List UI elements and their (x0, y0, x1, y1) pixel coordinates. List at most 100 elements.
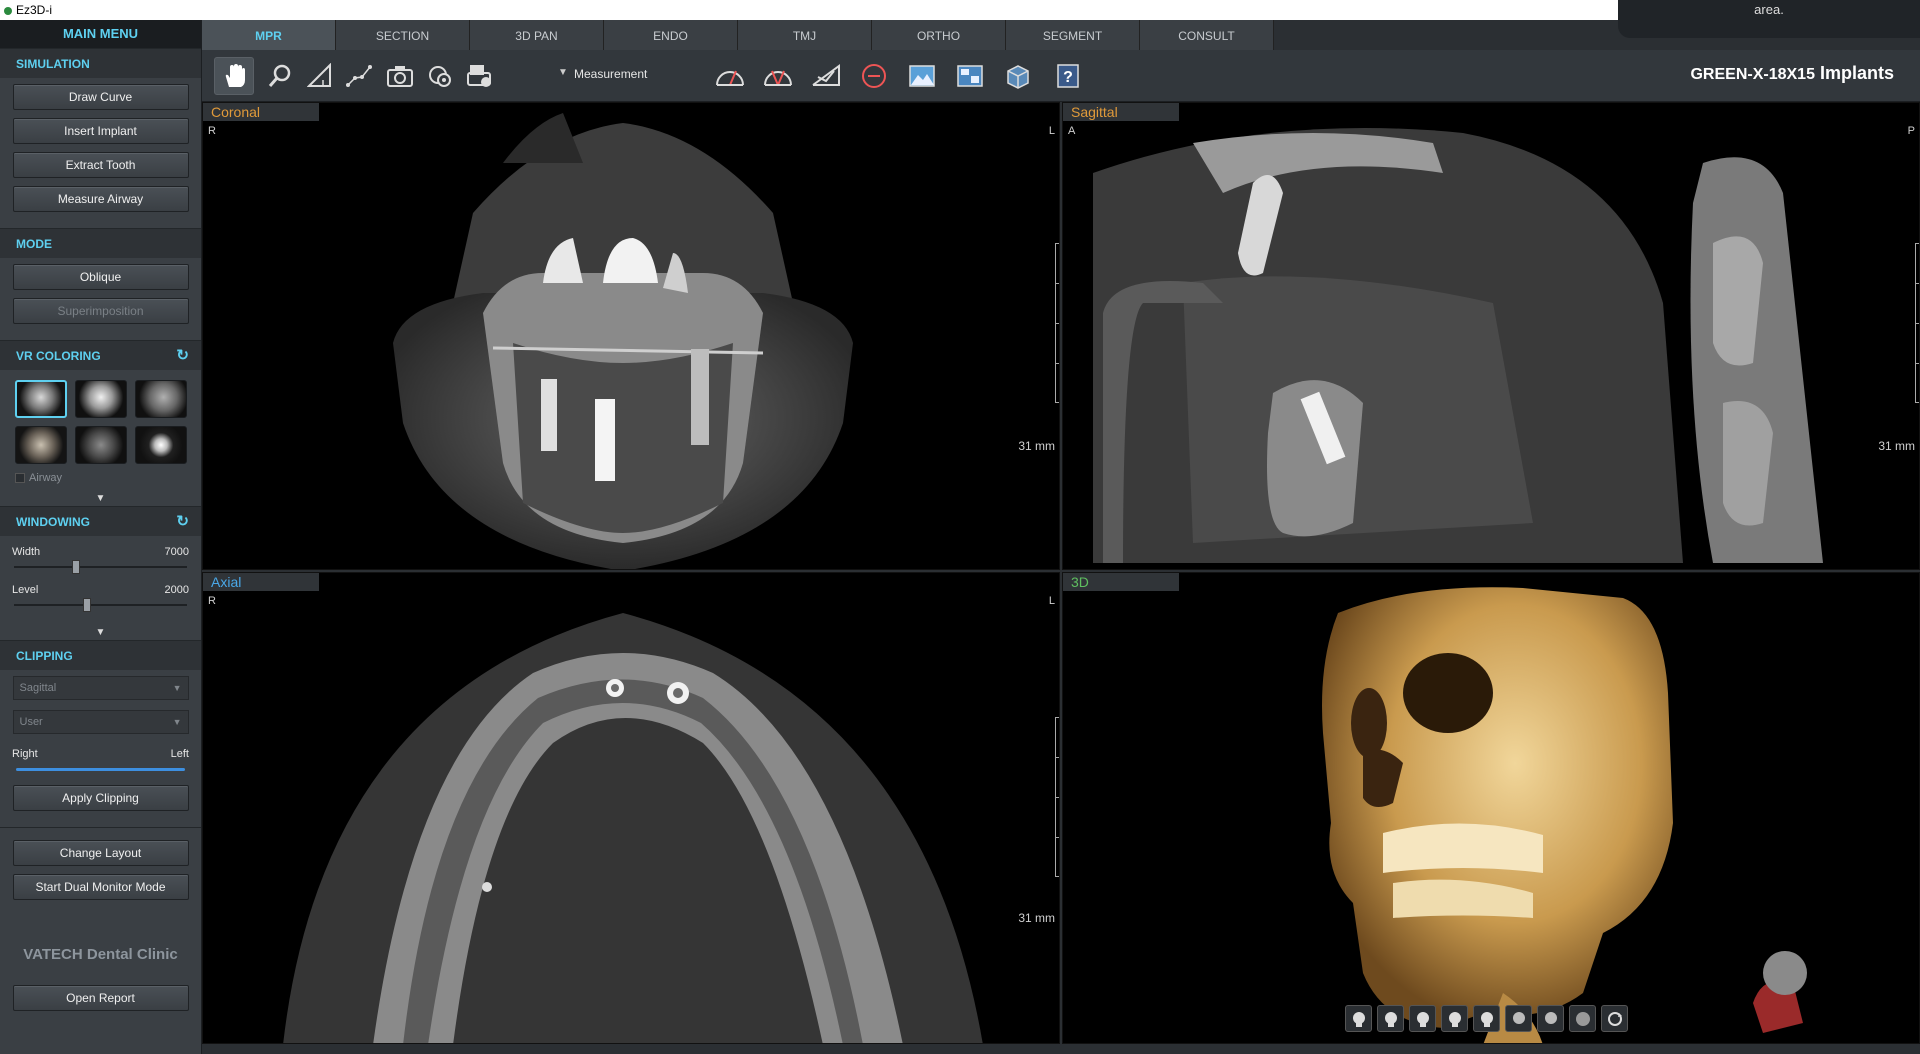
product-title: GREEN-X-18X15 Implants (1690, 63, 1894, 84)
axial-viewport[interactable]: Axial R L 31 mm (202, 572, 1060, 1044)
vr-preset-thumbnail[interactable] (135, 380, 187, 418)
apply-clipping-button[interactable]: Apply Clipping (12, 785, 189, 811)
airway-checkbox[interactable] (15, 473, 25, 484)
clipping-range-slider[interactable] (16, 768, 185, 771)
refresh-icon[interactable]: ↻ (176, 507, 189, 537)
vr-preset-thumbnail[interactable] (135, 426, 187, 464)
zoom-icon[interactable] (260, 57, 300, 95)
section-title: WINDOWING (16, 515, 90, 529)
notification-popup: area. (1618, 0, 1920, 38)
expand-chevron-icon[interactable]: ▼ (0, 492, 201, 506)
tab-consult[interactable]: CONSULT (1140, 20, 1274, 50)
scale-ruler (1915, 243, 1919, 403)
level-value: 2000 (164, 584, 189, 596)
tab-ortho[interactable]: ORTHO (872, 20, 1006, 50)
head-right-icon[interactable] (1377, 1005, 1404, 1032)
section-title: CLIPPING (16, 649, 73, 663)
volume-icon[interactable] (998, 57, 1038, 95)
tab-section[interactable]: SECTION (336, 20, 470, 50)
clip-left-label: Left (170, 748, 189, 760)
head-back-icon[interactable] (1441, 1005, 1468, 1032)
change-layout-button[interactable]: Change Layout (12, 840, 189, 866)
svg-text:?: ? (1063, 69, 1073, 86)
orientation-left: R (208, 595, 216, 607)
clipping-mode-value: User (19, 716, 43, 728)
coronal-view-label: Coronal (203, 103, 319, 121)
refresh-icon[interactable]: ↻ (176, 341, 189, 371)
module-tabs: MPR SECTION 3D PAN ENDO TMJ ORTHO SEGMEN… (202, 20, 1274, 50)
clip-right-label: Right (12, 748, 38, 760)
sagittal-viewport[interactable]: Sagittal A P 31 mm (1062, 102, 1920, 570)
head-bottom-icon[interactable] (1505, 1005, 1532, 1032)
angle-icon[interactable] (300, 57, 340, 95)
capture-icon[interactable] (420, 57, 460, 95)
image-adjust-icon[interactable] (902, 57, 942, 95)
head-left-icon[interactable] (1409, 1005, 1436, 1032)
head-front-icon[interactable] (1345, 1005, 1372, 1032)
scale-ruler (1055, 243, 1059, 403)
chevron-down-icon: ▼ (172, 717, 182, 727)
view-orientation-toolbar (1345, 1005, 1628, 1032)
angle-measure-icon[interactable] (806, 57, 846, 95)
draw-curve-button[interactable]: Draw Curve (12, 84, 189, 110)
section-title: VR COLORING (16, 349, 101, 363)
tab-endo[interactable]: ENDO (604, 20, 738, 50)
expand-chevron-icon[interactable]: ▼ (0, 626, 201, 640)
airway-label: Airway (29, 472, 63, 484)
dual-monitor-button[interactable]: Start Dual Monitor Mode (12, 874, 189, 900)
vr-preset-thumbnail[interactable] (75, 380, 127, 418)
vr-preset-thumbnail[interactable] (15, 426, 67, 464)
clipping-plane-value: Sagittal (19, 682, 57, 694)
clipping-plane-select[interactable]: Sagittal ▼ (12, 676, 189, 700)
pan-icon[interactable] (214, 57, 254, 95)
camera-icon[interactable] (380, 57, 420, 95)
volume-view-label: 3D (1063, 573, 1179, 591)
width-slider[interactable] (14, 560, 187, 574)
chevron-down-icon[interactable]: ▼ (558, 67, 568, 78)
head-oblique-icon[interactable] (1537, 1005, 1564, 1032)
superimposition-button[interactable]: Superimposition (12, 298, 189, 324)
orientation-left: R (208, 125, 216, 137)
device-name: GREEN-X-18X15 (1690, 66, 1815, 83)
scale-ruler (1055, 717, 1059, 877)
layout-icon[interactable] (950, 57, 990, 95)
scale-label: 31 mm (1018, 439, 1055, 453)
vr-preset-thumbnail[interactable] (75, 426, 127, 464)
orientation-left: A (1068, 125, 1076, 137)
section-title: MODE (16, 237, 52, 251)
clipping-mode-select[interactable]: User ▼ (12, 710, 189, 734)
extract-tooth-button[interactable]: Extract Tooth (12, 152, 189, 178)
width-slider-handle[interactable] (72, 560, 81, 574)
main-menu-header[interactable]: MAIN MENU (0, 20, 201, 48)
coronal-viewport[interactable]: Coronal R L 31 mm (202, 102, 1060, 570)
circle-measure-icon[interactable] (854, 57, 894, 95)
scale-label: 31 mm (1018, 911, 1055, 925)
level-slider-handle[interactable] (82, 598, 91, 612)
measurement-dropdown[interactable]: Measurement (574, 67, 647, 81)
level-slider[interactable] (14, 598, 187, 612)
rotate-icon[interactable] (1601, 1005, 1628, 1032)
help-icon[interactable]: ? (1048, 57, 1088, 95)
oblique-button[interactable]: Oblique (12, 264, 189, 290)
head-top-icon[interactable] (1473, 1005, 1500, 1032)
vr-preset-thumbnail[interactable] (15, 380, 67, 418)
tab-mpr[interactable]: MPR (202, 20, 336, 50)
width-label: Width (12, 546, 41, 558)
sphere-icon[interactable] (1569, 1005, 1596, 1032)
arc-measure-2-icon[interactable] (758, 57, 798, 95)
tab-segment[interactable]: SEGMENT (1006, 20, 1140, 50)
section-mode: MODE (0, 228, 201, 258)
width-value: 7000 (164, 546, 189, 558)
open-report-button[interactable]: Open Report (12, 985, 189, 1011)
tab-3d-pan[interactable]: 3D PAN (470, 20, 604, 50)
print-icon[interactable] (460, 57, 500, 95)
arc-measure-icon[interactable] (710, 57, 750, 95)
insert-implant-button[interactable]: Insert Implant (12, 118, 189, 144)
scale-label: 31 mm (1878, 439, 1915, 453)
measure-airway-button[interactable]: Measure Airway (12, 186, 189, 212)
polyline-icon[interactable] (340, 57, 380, 95)
volume-3d-viewport[interactable]: 3D (1062, 572, 1920, 1044)
orientation-right: L (1048, 595, 1055, 607)
tab-tmj[interactable]: TMJ (738, 20, 872, 50)
section-simulation: SIMULATION (0, 48, 201, 78)
